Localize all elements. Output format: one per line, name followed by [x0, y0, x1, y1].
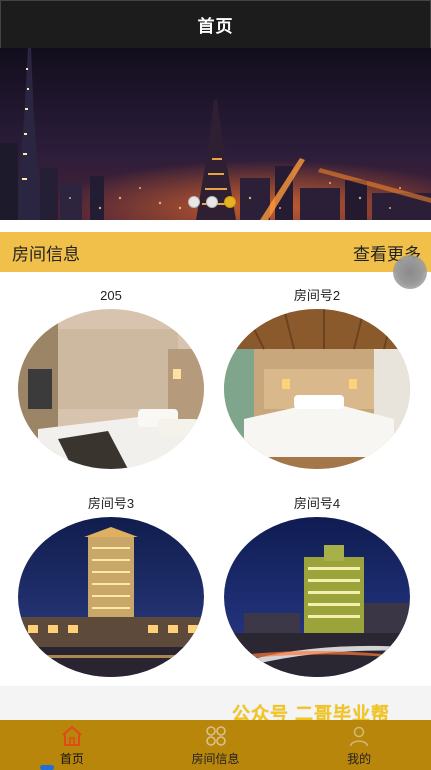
room-card[interactable]: 205 [18, 287, 204, 469]
touch-indicator [393, 255, 427, 289]
tab-mine[interactable]: 我的 [287, 720, 431, 770]
active-tab-indicator [40, 765, 54, 770]
tab-home-label: 首页 [59, 752, 84, 766]
room-photo[interactable] [224, 517, 410, 677]
room-card[interactable]: 房间号4 [224, 495, 410, 677]
room-image [18, 517, 204, 677]
banner-carousel[interactable] [0, 48, 431, 220]
carousel-dots[interactable] [188, 196, 236, 208]
tab-room-info[interactable]: 房间信息 [144, 720, 288, 770]
room-name: 房间号2 [293, 288, 341, 303]
room-card[interactable]: 房间号3 [18, 495, 204, 677]
home-icon [62, 726, 82, 746]
carousel-dot-active[interactable] [224, 196, 236, 208]
room-photo[interactable] [18, 517, 204, 677]
bottom-tabbar: 首页 房间信息 我的 [0, 720, 431, 770]
room-photo[interactable] [18, 309, 204, 469]
room-photo[interactable] [224, 309, 410, 469]
room-name: 205 [100, 288, 122, 303]
carousel-dot[interactable] [206, 196, 218, 208]
carousel-dot[interactable] [188, 196, 200, 208]
page-title: 首页 [197, 17, 234, 36]
tab-room-info-label: 房间信息 [191, 752, 240, 766]
room-image [224, 309, 410, 469]
grid-icon [205, 726, 226, 746]
user-icon [349, 726, 369, 747]
room-image [18, 309, 204, 469]
room-name: 房间号3 [87, 496, 135, 511]
tab-home[interactable]: 首页 [0, 720, 144, 770]
top-navbar: 首页 [0, 0, 431, 48]
tab-mine-label: 我的 [347, 752, 372, 766]
banner-image [0, 48, 431, 220]
room-card[interactable]: 房间号2 [224, 287, 410, 469]
section-title: 房间信息 [12, 244, 80, 264]
room-info-header: 房间信息 查看更多 [0, 232, 431, 272]
room-name: 房间号4 [293, 496, 341, 511]
room-image [224, 517, 410, 677]
